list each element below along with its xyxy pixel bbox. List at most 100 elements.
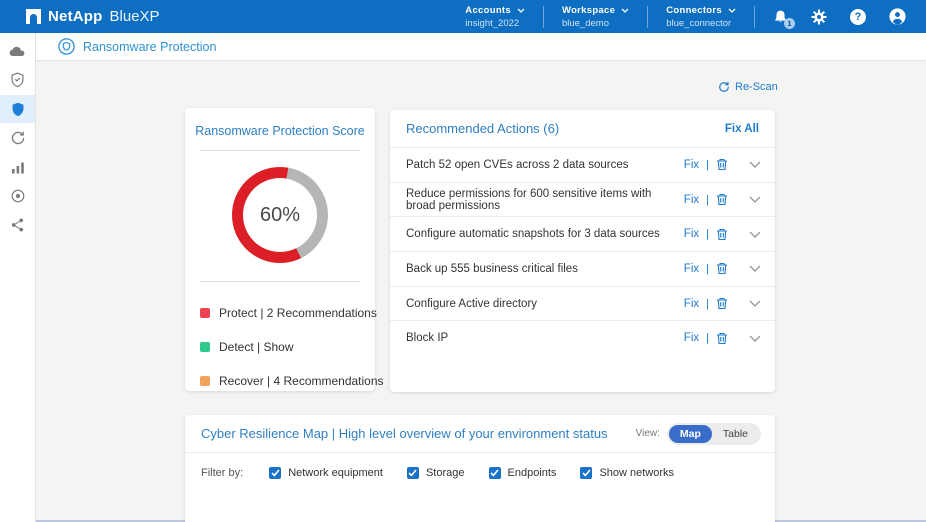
- protect-swatch-icon: [200, 308, 210, 318]
- action-text: Reduce permissions for 600 sensitive ite…: [406, 188, 684, 212]
- shield-check-icon: [10, 72, 25, 88]
- rescan-refresh-icon: [718, 81, 730, 93]
- page-header: Ransomware Protection: [36, 33, 926, 61]
- score-donut-chart: 60%: [232, 167, 328, 263]
- brand-name: NetApp: [48, 8, 103, 25]
- detect-swatch-icon: [200, 342, 210, 352]
- cloud-restore-icon: [10, 130, 26, 146]
- legend-item-recover[interactable]: Recover | 4 Recommendations: [200, 364, 360, 398]
- legend-label: Detect | Show: [219, 340, 293, 354]
- ransomware-protection-icon: [58, 38, 75, 55]
- trash-icon[interactable]: [716, 297, 728, 310]
- trash-icon[interactable]: [716, 228, 728, 241]
- action-text: Configure automatic snapshots for 3 data…: [406, 228, 660, 240]
- shield-protection-icon: [11, 102, 25, 117]
- share-network-icon: [11, 218, 24, 232]
- separator: |: [706, 194, 709, 206]
- action-row: Configure Active directory Fix |: [390, 286, 775, 321]
- trash-icon[interactable]: [716, 262, 728, 275]
- fix-button[interactable]: Fix: [684, 332, 699, 344]
- protection-score-card: Ransomware Protection Score 60% Protect …: [185, 108, 375, 391]
- app-window: NetApp BlueXP Accounts insight_2022 Work…: [0, 0, 926, 522]
- divider: [200, 281, 360, 282]
- score-card-title: Ransomware Protection Score: [185, 108, 375, 138]
- trash-icon[interactable]: [716, 193, 728, 206]
- actions-card-title: Recommended Actions (6): [406, 121, 559, 136]
- brand-product: BlueXP: [110, 8, 160, 25]
- chevron-down-icon[interactable]: [749, 161, 761, 168]
- netapp-logo-icon: [26, 9, 41, 24]
- divider: [754, 6, 755, 28]
- action-row: Back up 555 business critical files Fix …: [390, 251, 775, 286]
- filter-network-equipment[interactable]: Network equipment: [269, 467, 383, 479]
- legend-label: Recover | 4 Recommendations: [219, 374, 384, 388]
- sidebar-item-governance[interactable]: [0, 182, 35, 210]
- connectors-label: Connectors: [666, 5, 722, 16]
- checkbox-checked-icon[interactable]: [580, 467, 592, 479]
- checkbox-checked-icon[interactable]: [489, 467, 501, 479]
- legend-item-protect[interactable]: Protect | 2 Recommendations: [200, 296, 360, 330]
- separator: |: [706, 332, 709, 344]
- fix-button[interactable]: Fix: [684, 194, 699, 206]
- connectors-value: blue_connector: [666, 18, 736, 29]
- map-card-title: Cyber Resilience Map | High level overvi…: [201, 426, 608, 441]
- trash-icon[interactable]: [716, 332, 728, 345]
- separator: |: [706, 263, 709, 275]
- score-legend: Protect | 2 Recommendations Detect | Sho…: [200, 296, 360, 398]
- fix-button[interactable]: Fix: [684, 159, 699, 171]
- notifications-bell-icon[interactable]: 1: [771, 8, 789, 26]
- view-toggle: Map Table: [667, 423, 761, 445]
- fix-button[interactable]: Fix: [684, 228, 699, 240]
- checkbox-checked-icon[interactable]: [407, 467, 419, 479]
- sidebar-item-health[interactable]: [0, 66, 35, 94]
- sidebar-item-sync[interactable]: [0, 211, 35, 239]
- accounts-value: insight_2022: [465, 18, 525, 29]
- user-icon[interactable]: [888, 8, 906, 26]
- action-row: Configure automatic snapshots for 3 data…: [390, 216, 775, 251]
- checkbox-checked-icon[interactable]: [269, 467, 281, 479]
- separator: |: [706, 228, 709, 240]
- filter-show-networks[interactable]: Show networks: [580, 467, 674, 479]
- divider: [200, 150, 360, 151]
- brand: NetApp BlueXP: [26, 8, 160, 25]
- action-text: Block IP: [406, 332, 448, 344]
- connectors-menu[interactable]: Connectors blue_connector: [648, 5, 754, 29]
- score-value: 60%: [260, 204, 300, 227]
- filter-storage[interactable]: Storage: [407, 467, 465, 479]
- chevron-down-icon[interactable]: [749, 231, 761, 238]
- fix-all-button[interactable]: Fix All: [725, 123, 759, 135]
- workspace-menu[interactable]: Workspace blue_demo: [544, 5, 647, 29]
- cyber-resilience-map-card: Cyber Resilience Map | High level overvi…: [185, 415, 775, 522]
- separator: |: [706, 159, 709, 171]
- rescan-label: Re-Scan: [735, 81, 778, 93]
- filter-endpoints[interactable]: Endpoints: [489, 467, 557, 479]
- view-table-option[interactable]: Table: [712, 425, 759, 443]
- chevron-down-icon[interactable]: [749, 335, 761, 342]
- sidebar-item-ransomware-protection[interactable]: [0, 95, 35, 123]
- action-row: Patch 52 open CVEs across 2 data sources…: [390, 147, 775, 182]
- chevron-down-icon: [517, 8, 525, 13]
- action-row: Reduce permissions for 600 sensitive ite…: [390, 182, 775, 217]
- notification-badge: 1: [784, 18, 795, 29]
- filter-bar: Filter by: Network equipment Storage End…: [185, 453, 775, 479]
- rescan-button[interactable]: Re-Scan: [718, 81, 778, 93]
- fix-button[interactable]: Fix: [684, 263, 699, 275]
- filter-label: Show networks: [599, 467, 674, 479]
- chevron-down-icon[interactable]: [749, 196, 761, 203]
- view-map-option[interactable]: Map: [669, 425, 712, 443]
- chevron-down-icon[interactable]: [749, 300, 761, 307]
- sidebar-item-canvas[interactable]: [0, 37, 35, 65]
- cloud-canvas-icon: [9, 45, 26, 57]
- gear-icon[interactable]: [810, 8, 828, 26]
- legend-item-detect[interactable]: Detect | Show: [200, 330, 360, 364]
- chevron-down-icon: [621, 8, 629, 13]
- help-glyph: ?: [850, 9, 866, 25]
- trash-icon[interactable]: [716, 158, 728, 171]
- fix-button[interactable]: Fix: [684, 298, 699, 310]
- filter-by-label: Filter by:: [201, 467, 243, 479]
- help-icon[interactable]: ?: [849, 8, 867, 26]
- chevron-down-icon[interactable]: [749, 265, 761, 272]
- sidebar-item-restore[interactable]: [0, 124, 35, 152]
- accounts-menu[interactable]: Accounts insight_2022: [447, 5, 543, 29]
- sidebar-item-reports[interactable]: [0, 153, 35, 181]
